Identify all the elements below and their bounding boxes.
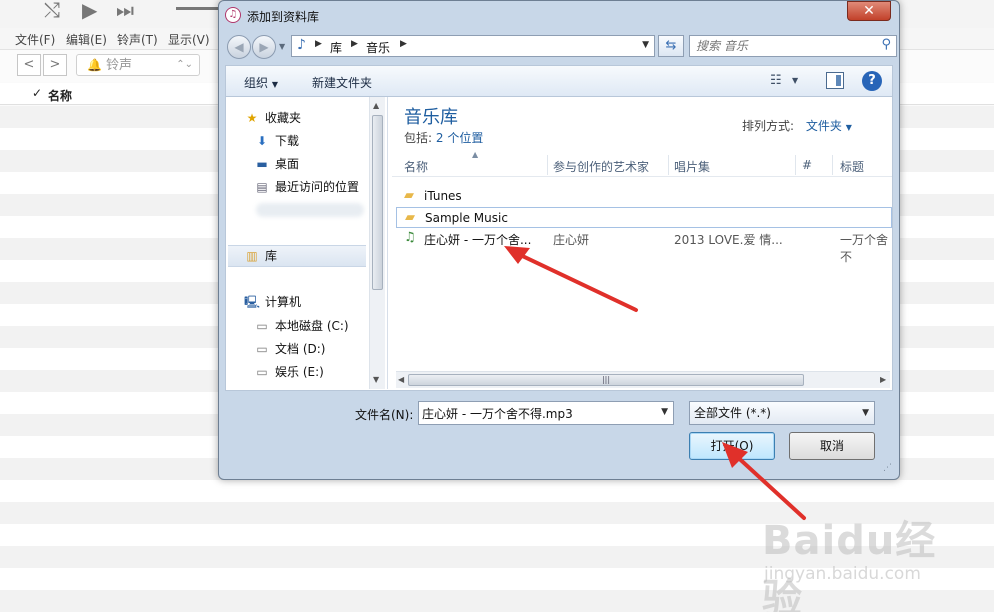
arrow-to-music-file bbox=[504, 246, 638, 312]
watermark-url: jingyan.baidu.com bbox=[764, 564, 921, 584]
watermark: Baidu经验 jingyan.baidu.com bbox=[762, 508, 972, 612]
arrow-to-open-button bbox=[722, 442, 806, 520]
baidu-logo: Baidu经验 bbox=[762, 518, 937, 612]
